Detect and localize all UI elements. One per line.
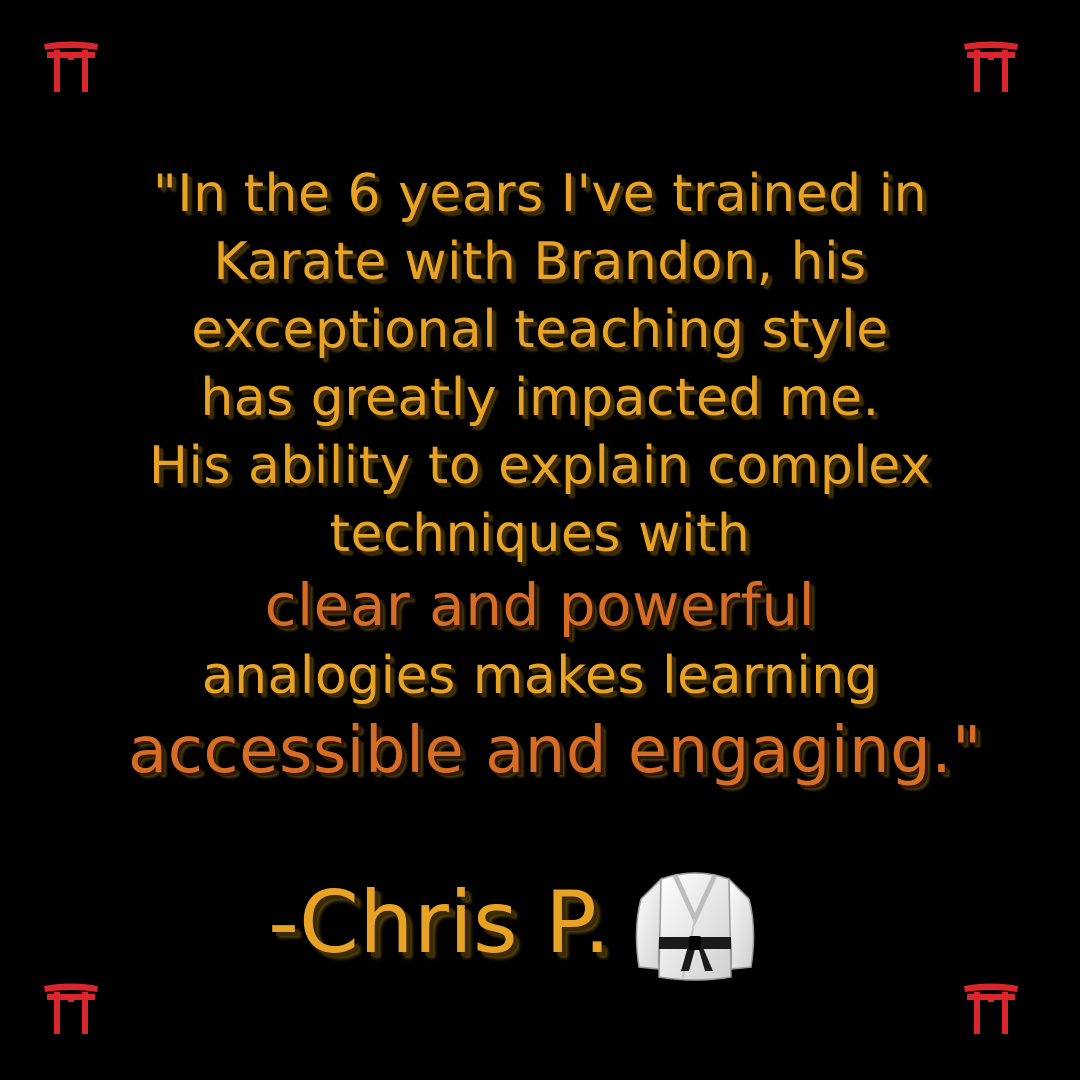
quote-line: exceptional teaching style <box>191 300 889 360</box>
quote-line: has greatly impacted me. <box>200 368 880 428</box>
signature: -Chris P. <box>268 858 759 988</box>
testimonial-quote: "In the 6 years I've trained in Karate w… <box>0 160 1080 792</box>
quote-line: "In the 6 years I've trained in <box>152 164 928 224</box>
torii-gate-icon <box>962 38 1020 94</box>
martial-arts-uniform-icon <box>631 859 759 987</box>
quote-highlight-line: accessible and engaging." <box>128 714 982 788</box>
quote-line: analogies makes learning <box>201 646 879 706</box>
torii-gate-icon <box>42 38 100 94</box>
quote-line: techniques with <box>329 504 751 564</box>
quote-line: His ability to explain complex <box>148 436 932 496</box>
torii-gate-icon <box>42 980 100 1036</box>
torii-gate-icon <box>962 980 1020 1036</box>
quote-highlight-line: clear and powerful <box>264 571 816 639</box>
signature-name: -Chris P. <box>268 873 611 973</box>
quote-line: Karate with Brandon, his <box>213 232 867 292</box>
